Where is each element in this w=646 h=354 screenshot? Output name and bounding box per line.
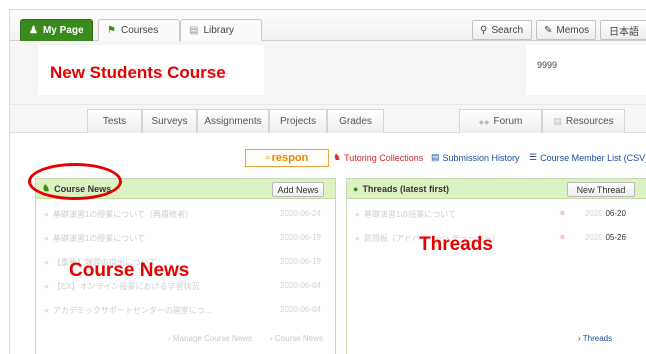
tab-my-page[interactable]: ♟ My Page (20, 19, 93, 41)
tab-projects[interactable]: Projects (269, 109, 327, 133)
memo-icon: ✎ (544, 24, 553, 36)
news-item-title: 基礎演習1の授業について (52, 234, 146, 243)
tab-tests[interactable]: Tests (87, 109, 142, 133)
course-nav: Tests Surveys Assignments Projects Grade… (10, 105, 646, 133)
news-item[interactable]: ● 基礎演習1の授業について (44, 233, 145, 245)
news-item-date: 2020-06-04 (280, 305, 321, 314)
forum-icon: ●● (478, 116, 490, 127)
annotation-course-news: Course News (69, 260, 190, 281)
threads-title: Threads (latest first) (362, 183, 449, 194)
tab-forum-label: Forum (493, 116, 523, 127)
add-news-label: Add News (277, 184, 319, 195)
thread-item-date: 2020-05-26 (585, 233, 626, 242)
language-button[interactable]: 日本語 (600, 20, 646, 40)
course-code-box: 9999 (526, 45, 646, 95)
list-icon: ☰ (529, 152, 538, 162)
new-thread-label: New Thread (576, 184, 626, 195)
news-item[interactable]: ● 基礎演習1の授業について（再履修者） (44, 209, 193, 221)
course-member-list-label: Course Member List (CSV) (540, 152, 646, 163)
submission-history-label: Submission History (442, 152, 520, 163)
new-thread-button[interactable]: New Thread (567, 182, 635, 197)
news-item-date: 2020-06-04 (280, 281, 321, 290)
thread-date-day: 06-20 (605, 209, 626, 218)
threads-panel: ● Threads (latest first) New Thread ● 基礎演… (346, 178, 646, 354)
submission-history-link[interactable]: ▤ Submission History (431, 152, 520, 163)
tutoring-collections-label: Tutoring Collections (344, 152, 424, 163)
news-item-date: 2020-06-24 (280, 209, 321, 218)
tab-my-page-label: My Page (42, 25, 84, 36)
tutoring-collections-link[interactable]: ♞ Tutoring Collections (333, 152, 423, 163)
thread-item-title: 基礎演習1の授業について (363, 210, 457, 219)
tab-library[interactable]: ▤ Library (180, 19, 262, 41)
language-label: 日本語 (609, 26, 639, 38)
course-header: New Students Course 9999 (10, 41, 646, 105)
memos-button[interactable]: ✎ Memos (536, 20, 596, 40)
thread-date-year: 2020- (585, 209, 606, 218)
course-news-more-label: Course News (274, 334, 323, 343)
news-item-title: アカデミックサポートセンターの開室につ... (52, 306, 212, 315)
library-icon: ▤ (189, 25, 199, 36)
news-item-date: 2020-06-19 (280, 233, 321, 242)
respon-button[interactable]: ▫ respon (245, 149, 329, 167)
news-item[interactable]: ● アカデミックサポートセンターの開室につ... (44, 305, 212, 317)
thread-item-date: 2020-06-20 (585, 209, 626, 218)
tab-grades[interactable]: Grades (327, 109, 384, 133)
unread-icon: ● (559, 231, 566, 243)
news-item-title: 【EX】オンライン授業における学習状況 (52, 282, 200, 291)
tab-grades-label: Grades (339, 116, 372, 127)
courses-icon: ⚑ (107, 25, 116, 36)
tab-forum[interactable]: ●● Forum (459, 109, 542, 133)
top-navigation-bar: ♟ My Page ⚑ Courses ▤ Library ⚲ Search ✎… (10, 10, 646, 41)
annotation-highlight-ellipse (28, 163, 122, 200)
thread-item[interactable]: ● 基礎演習1の授業について (355, 209, 456, 221)
search-label: Search (491, 24, 524, 36)
course-title: New Students Course (50, 63, 226, 82)
threads-more-label: Threads (582, 334, 613, 343)
respon-label: respon (271, 152, 309, 164)
person-icon: ♟ (29, 25, 38, 36)
chat-bubble-icon: ● (353, 183, 359, 194)
course-code: 9999 (537, 60, 558, 70)
annotation-threads: Threads (419, 234, 493, 255)
manage-course-news-link[interactable]: › Manage Course News (168, 334, 252, 343)
tutoring-icon: ♞ (333, 152, 342, 162)
tab-courses[interactable]: ⚑ Courses (98, 19, 180, 41)
tab-projects-label: Projects (279, 116, 317, 127)
tab-assignments[interactable]: Assignments (197, 109, 269, 133)
tab-surveys[interactable]: Surveys (142, 109, 197, 133)
thread-date-year: 2020- (585, 233, 606, 242)
course-news-more-link[interactable]: › Course News (270, 334, 323, 343)
unread-icon: ● (559, 207, 566, 219)
course-tools-row: ▫ respon ♞ Tutoring Collections ▤ Submis… (245, 149, 646, 167)
threads-header: ● Threads (latest first) New Thread (347, 179, 646, 199)
add-news-button[interactable]: Add News (272, 182, 324, 197)
resources-icon: ▤ (553, 116, 562, 126)
thread-date-day: 05-26 (605, 233, 626, 242)
tab-resources[interactable]: ▤ Resources (542, 109, 625, 133)
search-icon: ⚲ (480, 24, 488, 36)
document-icon: ▤ (431, 152, 440, 162)
respon-icon: ▫ (265, 152, 270, 164)
search-button[interactable]: ⚲ Search (472, 20, 532, 40)
course-member-list-link[interactable]: ☰ Course Member List (CSV) (529, 152, 646, 163)
tab-resources-label: Resources (565, 116, 614, 127)
news-item-title: 基礎演習1の授業について（再履修者） (52, 210, 194, 219)
memos-label: Memos (556, 24, 590, 36)
news-item[interactable]: ● 【EX】オンライン授業における学習状況 (44, 281, 200, 293)
tab-surveys-label: Surveys (151, 116, 188, 127)
news-item-date: 2020-06-19 (280, 257, 321, 266)
tab-tests-label: Tests (102, 116, 127, 127)
course-title-box: New Students Course (38, 45, 264, 95)
manage-course-news-label: Manage Course News (172, 334, 253, 343)
threads-more-link[interactable]: › Threads (578, 334, 612, 343)
tab-library-label: Library (203, 25, 235, 36)
tab-courses-label: Courses (120, 25, 159, 36)
tab-assignments-label: Assignments (204, 116, 262, 127)
